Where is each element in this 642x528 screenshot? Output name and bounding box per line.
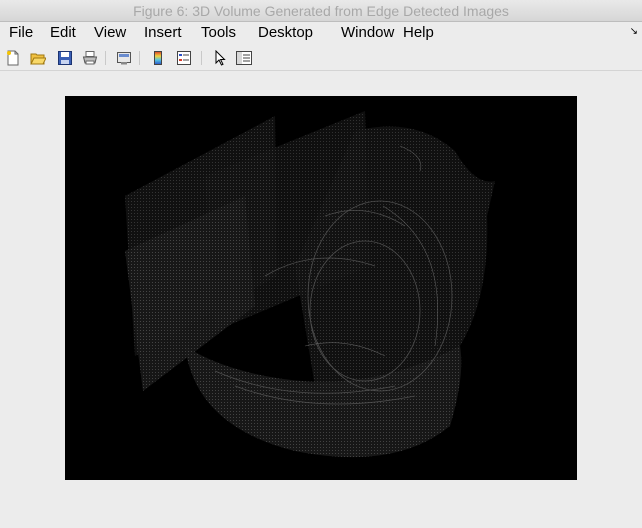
menu-view[interactable]: View — [94, 24, 126, 41]
volume-rendering-image — [125, 111, 495, 458]
property-editor-icon[interactable] — [235, 49, 253, 67]
open-file-icon[interactable] — [29, 49, 47, 67]
menu-help[interactable]: Help — [403, 24, 434, 41]
menu-desktop[interactable]: Desktop — [258, 24, 313, 41]
figure-axes[interactable] — [65, 96, 577, 480]
window-title: Figure 6: 3D Volume Generated from Edge … — [133, 3, 509, 19]
menu-insert[interactable]: Insert — [144, 24, 182, 41]
title-bar: Figure 6: 3D Volume Generated from Edge … — [0, 0, 642, 22]
figure-toolbar — [0, 45, 642, 71]
link-plot-icon[interactable] — [115, 49, 133, 67]
menu-file[interactable]: File — [9, 24, 33, 41]
pointer-icon[interactable] — [211, 49, 229, 67]
menu-bar: File Edit View Insert Tools Desktop Wind… — [0, 22, 642, 44]
overflow-arrow-icon[interactable]: ↘ — [630, 26, 638, 37]
save-icon[interactable] — [56, 49, 74, 67]
colorbar-icon[interactable] — [149, 49, 167, 67]
legend-icon[interactable] — [175, 49, 193, 67]
menu-tools[interactable]: Tools — [201, 24, 236, 41]
toolbar-separator — [105, 51, 106, 65]
toolbar-separator — [139, 51, 140, 65]
menu-edit[interactable]: Edit — [50, 24, 76, 41]
toolbar-separator — [201, 51, 202, 65]
new-figure-icon[interactable] — [4, 49, 22, 67]
menu-window[interactable]: Window — [341, 24, 394, 41]
print-icon[interactable] — [81, 49, 99, 67]
